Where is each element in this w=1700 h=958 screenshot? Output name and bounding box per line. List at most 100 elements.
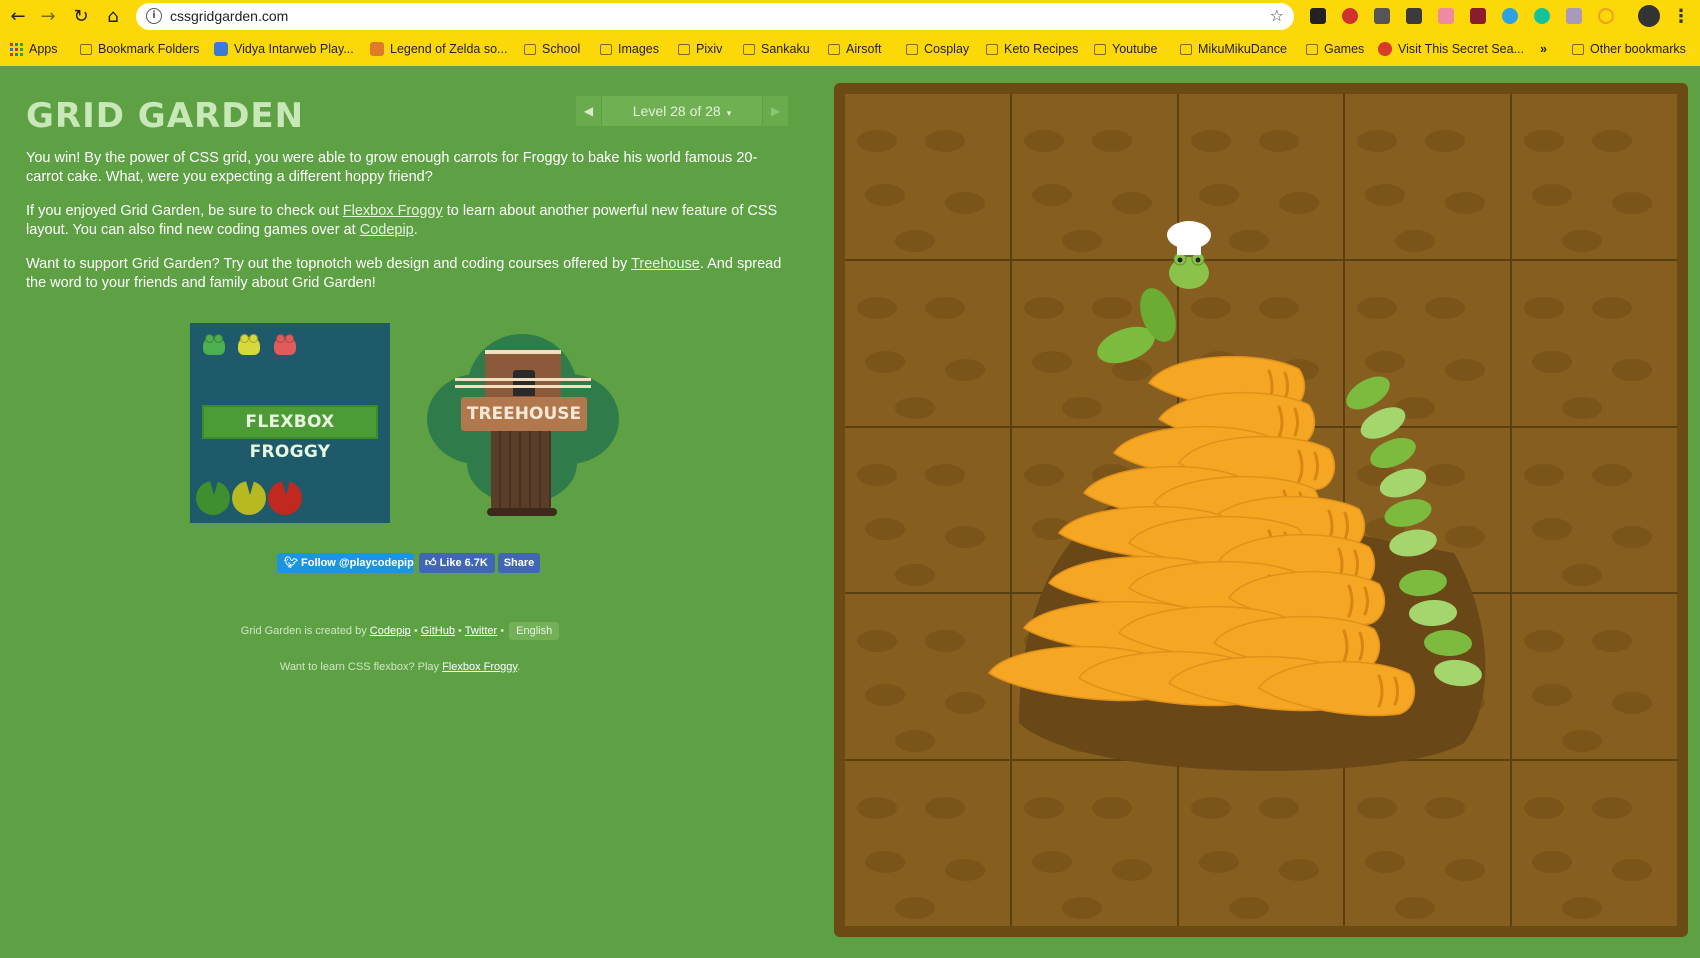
extension-icon[interactable]: [1433, 6, 1459, 26]
bookmark-folder[interactable]: Pixiv: [678, 39, 722, 59]
folder-icon: [600, 43, 612, 55]
treehouse-link[interactable]: Treehouse: [631, 256, 700, 272]
garden-plot: [845, 761, 1010, 926]
treehouse-button[interactable]: TREEHOUSE: [461, 397, 587, 431]
grammarly-icon[interactable]: [1529, 6, 1555, 26]
extension-icon[interactable]: [1593, 6, 1619, 26]
flexbox-froggy-button[interactable]: FLEXBOX FROGGY: [202, 405, 378, 462]
garden-plot: [1178, 594, 1344, 760]
folder-icon: [524, 43, 536, 55]
kebab-menu-icon[interactable]: ⋮: [1672, 5, 1690, 27]
garden-plot: [1011, 594, 1177, 760]
twitter-follow-button[interactable]: 🐦︎ Follow @playcodepip: [277, 553, 414, 573]
garden-plot: [1178, 761, 1344, 926]
garden-plot: [1345, 761, 1511, 926]
home-icon[interactable]: ⌂: [101, 5, 125, 29]
page-title: GRID GARDEN: [26, 96, 305, 136]
garden-plot: [1178, 260, 1344, 426]
garden-plot: [1512, 260, 1677, 426]
bookmark-link[interactable]: Vidya Intarweb Play...: [214, 39, 354, 59]
credits-footer: Grid Garden is created by Codepip • GitH…: [0, 622, 800, 640]
twitter-bird-icon: 🐦︎: [284, 557, 302, 569]
garden-plot: [1512, 761, 1677, 926]
flexbox-froggy-card[interactable]: FLEXBOX FROGGY: [190, 323, 390, 523]
address-bar[interactable]: i cssgridgarden.com ☆: [136, 3, 1294, 30]
twitter-link[interactable]: Twitter: [465, 625, 497, 637]
bookmark-folder-other[interactable]: Other bookmarks: [1572, 39, 1686, 59]
extension-icon[interactable]: [1465, 6, 1491, 26]
bookmark-link[interactable]: Legend of Zelda so...: [370, 39, 507, 59]
flexbox-promo-text: If you enjoyed Grid Garden, be sure to c…: [26, 203, 778, 238]
flexbox-froggy-link[interactable]: Flexbox Froggy: [343, 203, 443, 219]
forward-arrow-icon[interactable]: →: [36, 5, 60, 29]
extension-icon[interactable]: [1305, 6, 1331, 26]
bookmark-folder[interactable]: Youtube: [1094, 39, 1157, 59]
reload-icon[interactable]: ↻: [69, 5, 93, 29]
apps-grid-icon: [10, 42, 23, 56]
site-favicon-icon: [214, 42, 228, 56]
win-message: You win! By the power of CSS grid, you w…: [26, 150, 758, 185]
garden-grid: [845, 94, 1677, 926]
site-favicon-icon: [1378, 42, 1392, 56]
url-text[interactable]: cssgridgarden.com: [170, 8, 288, 24]
green-lilypad-icon: [196, 481, 230, 515]
flexbox-footer: Want to learn CSS flexbox? Play Flexbox …: [279, 661, 521, 673]
adblock-plus-icon[interactable]: [1337, 6, 1363, 26]
language-selector[interactable]: English: [509, 622, 560, 640]
garden-plot: [1011, 260, 1177, 426]
extension-icon[interactable]: [1497, 6, 1523, 26]
github-link[interactable]: GitHub: [421, 625, 455, 637]
bookmarks-bar: Apps Bookmark Folders Vidya Intarweb Pla…: [0, 37, 1700, 61]
treehouse-icon: [485, 350, 561, 400]
flexbox-froggy-footer-link[interactable]: Flexbox Froggy: [442, 661, 517, 673]
garden-plot: [1345, 94, 1511, 259]
bookmark-folder[interactable]: Airsoft: [828, 39, 881, 59]
bookmark-folder[interactable]: Cosplay: [906, 39, 969, 59]
bookmark-folder[interactable]: Images: [600, 39, 659, 59]
codepip-link[interactable]: Codepip: [360, 222, 414, 238]
folder-icon: [1572, 43, 1584, 55]
garden-plot: [1345, 260, 1511, 426]
garden-plot: [1512, 427, 1677, 593]
treehouse-card[interactable]: TREEHOUSE: [425, 324, 621, 524]
folder-icon: [906, 43, 918, 55]
green-frog-icon: [203, 334, 225, 355]
garden-plot: [1345, 594, 1511, 760]
bookmark-star-icon[interactable]: ☆: [1270, 6, 1284, 25]
bookmark-folder[interactable]: Sankaku: [743, 39, 810, 59]
bookmark-folder[interactable]: MikuMikuDance: [1180, 39, 1287, 59]
facebook-share-button[interactable]: Share: [498, 553, 540, 573]
garden-plot: [845, 94, 1010, 259]
site-info-icon[interactable]: i: [146, 8, 162, 24]
level-navigator: ◀ Level 28 of 28 ▾ ▶: [576, 96, 788, 126]
codepip-footer-link[interactable]: Codepip: [370, 625, 411, 637]
bookmark-folder[interactable]: Bookmark Folders: [80, 39, 199, 59]
garden-plot: [1345, 427, 1511, 593]
tree-trunk-icon: [491, 428, 551, 510]
extension-icon[interactable]: [1561, 6, 1587, 26]
tree-base-icon: [487, 508, 557, 516]
garden-plot: [1178, 427, 1344, 593]
bookmark-folder[interactable]: School: [524, 39, 580, 59]
caret-down-icon: ▾: [726, 108, 732, 118]
red-lilypad-icon: [268, 481, 302, 515]
garden-plot: [845, 427, 1010, 593]
previous-level-arrow-icon[interactable]: ◀: [576, 96, 602, 126]
yellow-frog-icon: [238, 334, 260, 355]
bookmark-link[interactable]: Visit This Secret Sea...: [1378, 39, 1524, 59]
back-arrow-icon[interactable]: ←: [6, 5, 30, 29]
bookmark-folder[interactable]: Games: [1306, 39, 1364, 59]
bookmarks-overflow-button[interactable]: »: [1540, 39, 1547, 59]
treehouse-promo-text: Want to support Grid Garden? Try out the…: [26, 256, 782, 291]
extension-icon[interactable]: [1369, 6, 1395, 26]
folder-icon: [80, 43, 92, 55]
folder-icon: [828, 43, 840, 55]
extension-icon[interactable]: [1401, 6, 1427, 26]
profile-avatar[interactable]: [1638, 5, 1660, 27]
facebook-like-button[interactable]: 👍︎ Like 6.7K: [419, 553, 495, 573]
folder-icon: [1306, 43, 1318, 55]
level-dropdown[interactable]: Level 28 of 28 ▾: [602, 103, 762, 119]
bookmark-folder[interactable]: Keto Recipes: [986, 39, 1078, 59]
next-level-arrow-icon[interactable]: ▶: [762, 96, 788, 126]
bookmark-apps[interactable]: Apps: [10, 39, 58, 59]
